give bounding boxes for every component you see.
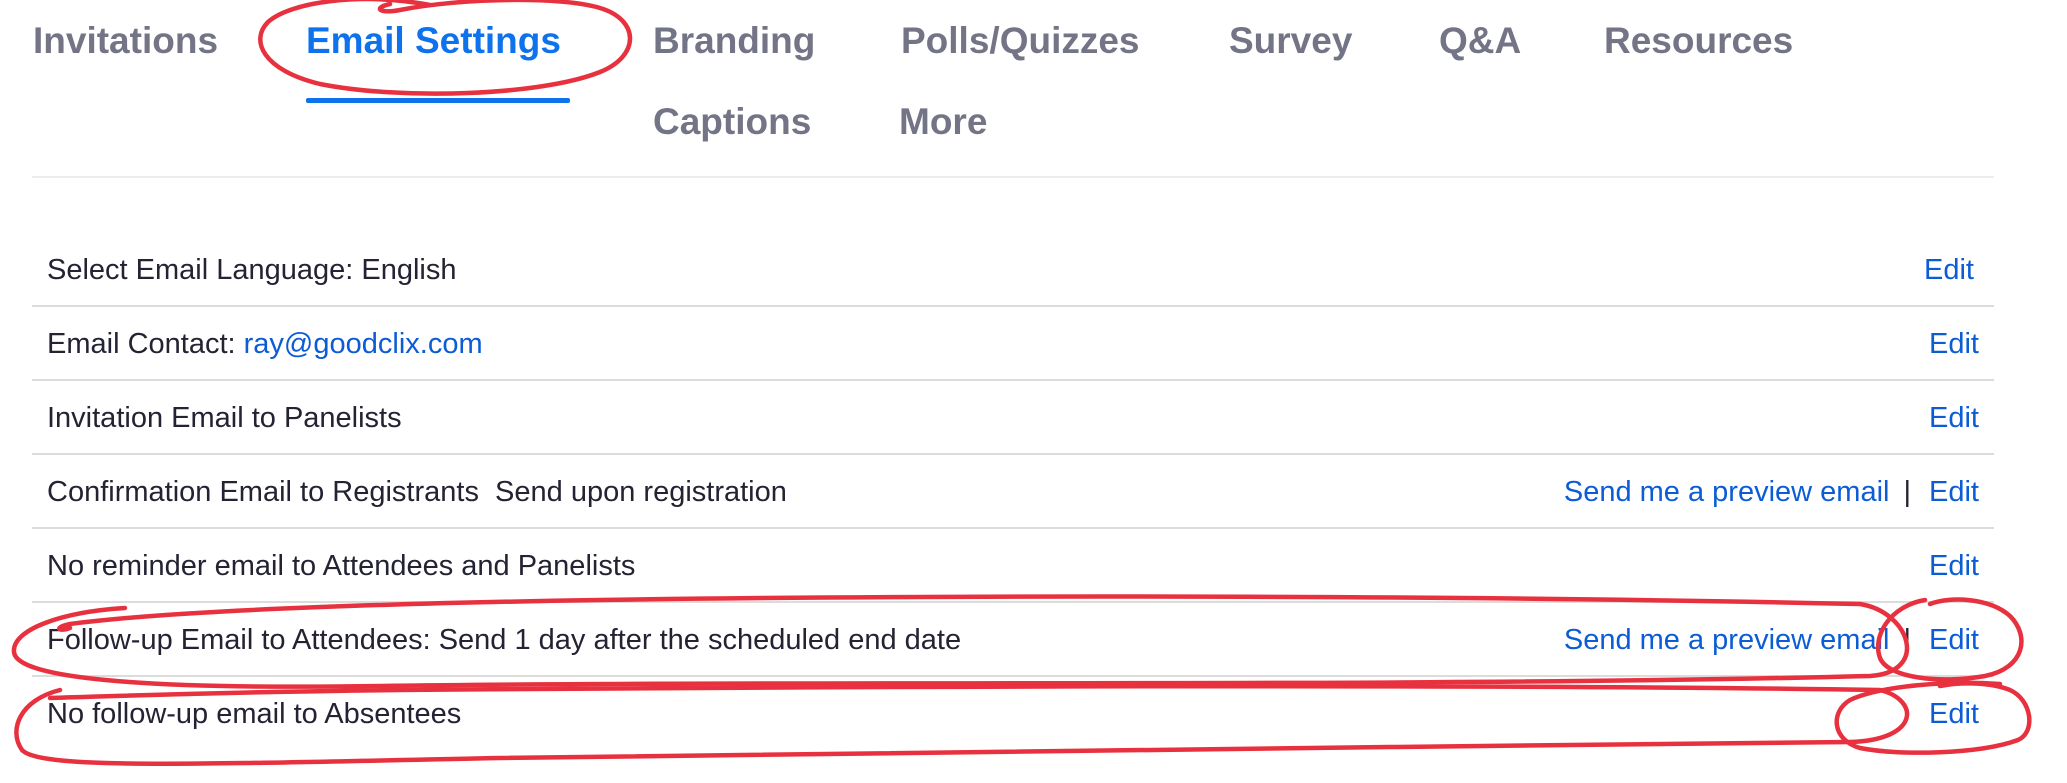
- tab-qa[interactable]: Q&A: [1439, 19, 1521, 63]
- tab-survey[interactable]: Survey: [1229, 19, 1352, 63]
- tab-resources[interactable]: Resources: [1604, 19, 1793, 63]
- row-email-contact: Email Contact: ray@goodclix.com Edit: [32, 307, 1994, 381]
- row-actions: Edit: [1929, 529, 1979, 603]
- action-separator: |: [1903, 476, 1912, 508]
- tab-email-settings[interactable]: Email Settings: [306, 19, 561, 63]
- tab-captions[interactable]: Captions: [653, 100, 811, 144]
- row-label: No reminder email to Attendees and Panel…: [47, 550, 636, 582]
- tab-branding[interactable]: Branding: [653, 19, 815, 63]
- send-preview-confirmation-link[interactable]: Send me a preview email: [1564, 476, 1890, 508]
- row-followup-absentees: No follow-up email to Absentees Edit: [32, 677, 1994, 751]
- email-settings-page: Invitations Email Settings Branding Poll…: [0, 0, 2067, 783]
- row-label: Confirmation Email to Registrants Send u…: [47, 476, 787, 508]
- row-reminder-email: No reminder email to Attendees and Panel…: [32, 529, 1994, 603]
- row-followup-attendees: Follow-up Email to Attendees: Send 1 day…: [32, 603, 1994, 677]
- row-actions: Edit: [1929, 381, 1979, 455]
- row-email-language: Select Email Language: English Edit: [32, 233, 1994, 307]
- row-actions: Edit: [1929, 677, 1979, 751]
- row-label: No follow-up email to Absentees: [47, 698, 462, 730]
- edit-email-contact-button[interactable]: Edit: [1929, 328, 1979, 360]
- tab-more[interactable]: More: [899, 100, 987, 144]
- email-contact-link[interactable]: ray@goodclix.com: [244, 328, 483, 360]
- edit-confirmation-button[interactable]: Edit: [1929, 476, 1979, 508]
- email-contact-label: Email Contact:: [47, 328, 244, 360]
- row-actions: Send me a preview email | Edit: [1564, 455, 1979, 529]
- row-actions: Send me a preview email | Edit: [1564, 603, 1979, 677]
- send-preview-followup-link[interactable]: Send me a preview email: [1564, 624, 1890, 656]
- edit-followup-absentees-button[interactable]: Edit: [1929, 698, 1979, 730]
- edit-email-language-button[interactable]: Edit: [1924, 254, 1974, 286]
- edit-invitation-panelists-button[interactable]: Edit: [1929, 402, 1979, 434]
- tabs-divider: [32, 176, 1994, 178]
- edit-reminder-button[interactable]: Edit: [1929, 550, 1979, 582]
- row-actions: Edit: [1929, 307, 1979, 381]
- edit-followup-attendees-button[interactable]: Edit: [1929, 624, 1979, 656]
- row-invitation-panelists: Invitation Email to Panelists Edit: [32, 381, 1994, 455]
- row-label: Follow-up Email to Attendees: Send 1 day…: [47, 624, 962, 656]
- tab-polls-quizzes[interactable]: Polls/Quizzes: [901, 19, 1140, 63]
- row-confirmation-registrants: Confirmation Email to Registrants Send u…: [32, 455, 1994, 529]
- row-label: Invitation Email to Panelists: [47, 402, 402, 434]
- email-settings-list: Select Email Language: English Edit Emai…: [32, 233, 1994, 751]
- tab-invitations[interactable]: Invitations: [33, 19, 218, 63]
- row-label: Email Contact: ray@goodclix.com: [47, 307, 483, 381]
- action-separator: |: [1903, 624, 1912, 656]
- row-actions: Edit: [1924, 233, 1974, 307]
- row-label: Select Email Language: English: [47, 254, 457, 286]
- active-tab-indicator: [306, 98, 570, 103]
